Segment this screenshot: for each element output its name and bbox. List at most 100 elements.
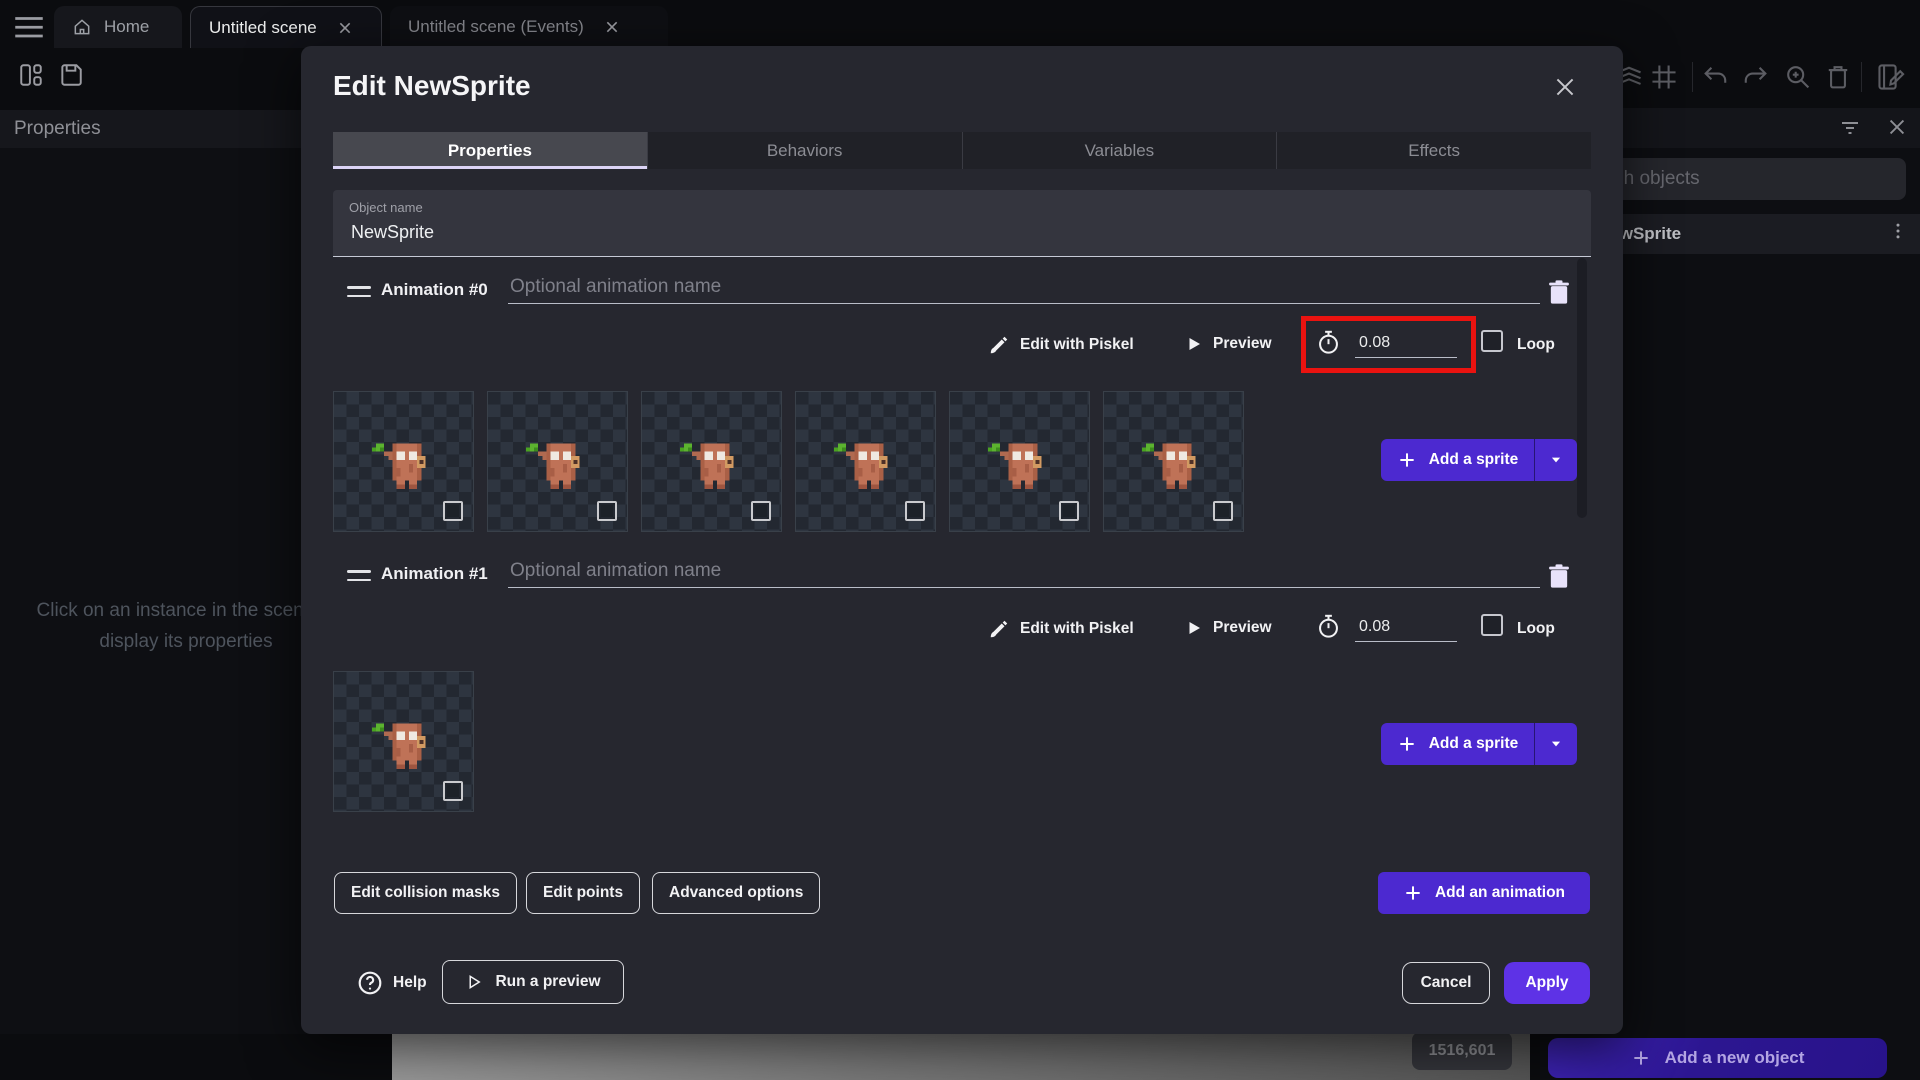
scene-canvas-edge — [392, 1030, 1530, 1080]
add-animation-button[interactable]: Add an animation — [1378, 872, 1590, 914]
frame-checkbox[interactable] — [905, 501, 925, 521]
frame-checkbox[interactable] — [1213, 501, 1233, 521]
panel-title: Properties — [14, 118, 101, 139]
grid-icon[interactable] — [1649, 62, 1679, 92]
animation-frames — [333, 391, 1244, 532]
edit-with-piskel-button[interactable]: Edit with Piskel — [988, 334, 1134, 356]
timer-highlight-box — [1301, 316, 1476, 373]
object-name-field[interactable]: Object name — [333, 190, 1591, 257]
preview-button[interactable]: Preview — [1185, 619, 1272, 637]
help-icon — [357, 970, 383, 996]
pig-sprite-image — [1141, 443, 1195, 490]
sprite-frame[interactable] — [333, 671, 474, 812]
time-between-frames-input[interactable] — [1355, 612, 1457, 642]
toolbar-divider — [1692, 62, 1693, 92]
object-name-input[interactable] — [349, 221, 1579, 244]
plus-icon — [1631, 1048, 1651, 1068]
dialog-tabs: Properties Behaviors Variables Effects — [333, 132, 1591, 169]
cursor-coordinates-badge: 1516,601 — [1412, 1032, 1512, 1070]
animation-frames — [333, 671, 474, 812]
add-new-object-button[interactable]: Add a new object — [1548, 1038, 1887, 1078]
pig-sprite-image — [525, 443, 579, 490]
add-sprite-button[interactable]: Add a sprite — [1381, 723, 1577, 765]
edit-with-piskel-button[interactable]: Edit with Piskel — [988, 618, 1134, 640]
tab-label: Home — [104, 17, 150, 36]
drag-handle-icon[interactable] — [347, 570, 371, 587]
animation-name-input[interactable] — [508, 270, 1540, 304]
tab-label: Untitled scene — [209, 17, 317, 37]
dialog-scrollbar[interactable] — [1577, 258, 1587, 518]
loop-label: Loop — [1517, 620, 1555, 637]
tab-untitled-scene[interactable]: Untitled scene — [190, 6, 382, 48]
frame-checkbox[interactable] — [443, 501, 463, 521]
add-sprite-button[interactable]: Add a sprite — [1381, 439, 1577, 481]
close-icon[interactable] — [337, 20, 353, 36]
object-name-label: Object name — [349, 200, 423, 215]
zoom-in-icon[interactable] — [1783, 62, 1813, 92]
close-icon[interactable] — [604, 19, 620, 35]
edit-points-button[interactable]: Edit points — [526, 872, 641, 914]
chevron-down-icon — [1549, 737, 1563, 751]
advanced-options-button[interactable]: Advanced options — [652, 872, 821, 914]
frame-checkbox[interactable] — [751, 501, 771, 521]
tab-label: Untitled scene (Events) — [408, 17, 584, 36]
add-sprite-dropdown[interactable] — [1534, 439, 1577, 481]
delete-animation-icon[interactable] — [1545, 562, 1573, 590]
drag-handle-icon[interactable] — [347, 286, 371, 303]
redo-icon[interactable] — [1740, 62, 1770, 92]
frame-checkbox[interactable] — [1059, 501, 1079, 521]
apply-button[interactable]: Apply — [1504, 962, 1590, 1004]
brush-icon — [988, 618, 1010, 640]
close-icon[interactable] — [1552, 74, 1578, 100]
tab-home[interactable]: Home — [54, 6, 182, 48]
tab-effects[interactable]: Effects — [1276, 132, 1591, 169]
help-button[interactable]: Help — [357, 970, 427, 996]
edit-collision-masks-button[interactable]: Edit collision masks — [334, 872, 518, 914]
sprite-frame[interactable] — [487, 391, 628, 532]
preview-button[interactable]: Preview — [1185, 335, 1272, 353]
sprite-frame[interactable] — [949, 391, 1090, 532]
loop-checkbox[interactable] — [1481, 614, 1503, 636]
loop-checkbox[interactable] — [1481, 330, 1503, 352]
chevron-down-icon — [1549, 453, 1563, 467]
tab-variables[interactable]: Variables — [961, 132, 1277, 169]
animation-name-input[interactable] — [508, 554, 1540, 588]
tab-properties[interactable]: Properties — [333, 132, 647, 169]
layout-icon[interactable] — [18, 62, 44, 88]
pig-sprite-image — [371, 443, 425, 490]
delete-animation-icon[interactable] — [1545, 278, 1573, 306]
notebook-edit-icon[interactable] — [1876, 62, 1906, 92]
sprite-frame[interactable] — [333, 391, 474, 532]
sprite-frame[interactable] — [795, 391, 936, 532]
loop-label: Loop — [1517, 336, 1555, 353]
tab-untitled-scene-events[interactable]: Untitled scene (Events) — [390, 6, 668, 48]
pig-sprite-image — [987, 443, 1041, 490]
play-icon — [1185, 619, 1203, 637]
pig-sprite-image — [371, 723, 425, 770]
add-sprite-dropdown[interactable] — [1534, 723, 1577, 765]
play-icon — [1185, 335, 1203, 353]
cancel-button[interactable]: Cancel — [1402, 962, 1490, 1004]
home-icon — [72, 17, 92, 37]
sprite-frame[interactable] — [1103, 391, 1244, 532]
stopwatch-icon — [1315, 613, 1342, 640]
dialog-title: Edit NewSprite — [333, 70, 531, 101]
save-icon[interactable] — [58, 62, 84, 88]
play-outline-icon — [465, 973, 483, 991]
menu-icon[interactable] — [14, 16, 44, 38]
frame-checkbox[interactable] — [597, 501, 617, 521]
run-preview-button[interactable]: Run a preview — [442, 960, 624, 1004]
plus-icon — [1403, 883, 1423, 903]
animation-label: Animation #0 — [381, 280, 488, 299]
frame-checkbox[interactable] — [443, 781, 463, 801]
filter-icon[interactable] — [1838, 115, 1862, 139]
kebab-menu-icon[interactable] — [1888, 221, 1908, 247]
gdevelop-window: Home Untitled scene Untitled scene (Even… — [0, 0, 1920, 1080]
sprite-frame[interactable] — [641, 391, 782, 532]
close-icon[interactable] — [1886, 116, 1908, 138]
tab-behaviors[interactable]: Behaviors — [646, 132, 962, 169]
brush-icon — [988, 334, 1010, 356]
trash-icon[interactable] — [1823, 62, 1853, 92]
pig-sprite-image — [679, 443, 733, 490]
undo-icon[interactable] — [1701, 62, 1731, 92]
